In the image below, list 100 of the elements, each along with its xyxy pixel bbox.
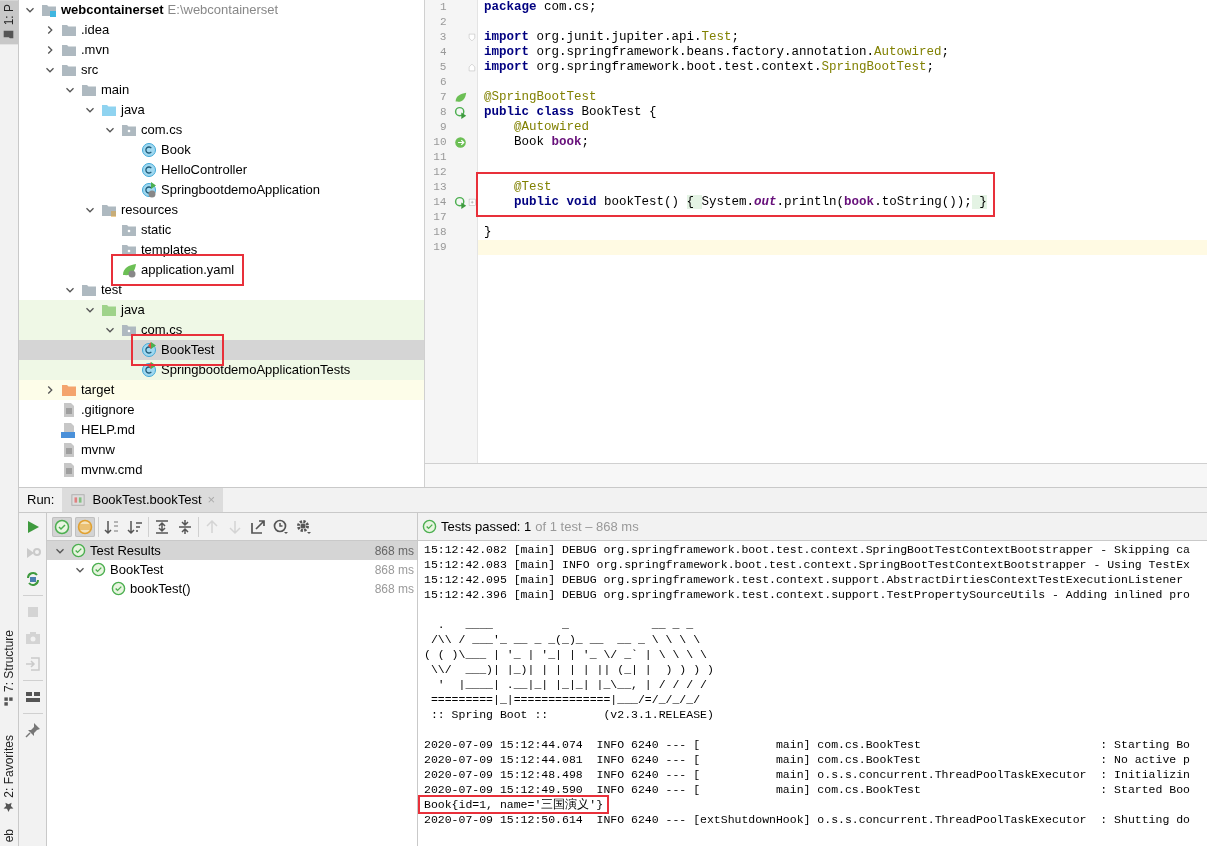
line-number: 3	[438, 30, 447, 46]
code-line: @Autowired	[513, 120, 590, 134]
code-line: import org.junit.jupiter.api.Test;	[484, 30, 740, 44]
line-number: 8	[438, 105, 447, 121]
console-line: 2020-07-09 15:12:44.081 INFO 6240 --- [ main] com.cs.BookTest : No active p	[424, 752, 1191, 767]
run-test-icon[interactable]	[453, 106, 467, 119]
layout-icon	[24, 689, 41, 705]
tree-item[interactable]: SpringbootdemoApplication	[19, 180, 424, 200]
line-number: 6	[438, 75, 447, 91]
console-line: 15:12:42.095 [main] DEBUG org.springframework.test.context.support.AbstractDirtiesContextTestExecutionListener	[424, 572, 1184, 587]
project-path: E:\webcontainerset	[167, 1, 279, 20]
import-icon	[24, 656, 41, 672]
line-number: 12	[432, 165, 447, 181]
camera-icon	[24, 630, 41, 646]
tree-item[interactable]: java	[19, 100, 424, 120]
line-number: 1	[438, 0, 447, 16]
code-line: @Test	[513, 180, 552, 194]
line-number: 4	[438, 45, 447, 61]
line-number: 9	[438, 120, 447, 136]
sort-alphabetically-icon	[104, 518, 120, 535]
tree-item[interactable]: Book	[19, 140, 424, 160]
console-line: 15:12:42.396 [main] DEBUG org.springframework.test.context.support.TestPropertySourceUtils - Adding inlined pro	[424, 587, 1191, 602]
line-number: 7	[438, 90, 447, 106]
settings-icon	[296, 518, 312, 535]
line-number: 14	[432, 195, 447, 211]
tree-item[interactable]: mvnw.cmd	[19, 460, 424, 480]
tree-item[interactable]: src	[19, 60, 424, 80]
test-result-item[interactable]: BookTest 868 ms	[47, 560, 417, 579]
tool-window-tab[interactable]: 7: Structure	[0, 625, 18, 711]
line-number: 13	[432, 180, 447, 196]
tree-item[interactable]: HELP.md	[19, 420, 424, 440]
folder-icon	[3, 29, 15, 41]
tree-item[interactable]: SpringbootdemoApplicationTests	[19, 360, 424, 380]
tests-summary-detail: of 1 test – 868 ms	[535, 517, 639, 536]
tree-item[interactable]: application.yaml	[19, 260, 424, 280]
tree-item[interactable]: BookTest	[19, 340, 424, 360]
tree-item[interactable]: test	[19, 280, 424, 300]
run-panel-label: Run:	[26, 491, 56, 510]
check-circle-icon	[54, 518, 70, 535]
sort-by-duration-icon	[127, 518, 143, 535]
expand-fold-icon[interactable]	[468, 198, 477, 207]
tree-item[interactable]: java	[19, 300, 424, 320]
test-name: Test Results	[90, 541, 161, 560]
tree-item[interactable]: .idea	[19, 20, 424, 40]
check-circle-button[interactable]	[52, 516, 72, 537]
console-line: 2020-07-09 15:12:49.590 INFO 6240 --- [ main] com.cs.BookTest : Started Boo	[424, 782, 1191, 797]
test-duration: 868 ms	[374, 561, 414, 579]
console-line: :: Spring Boot :: (v2.3.1.RELEASE)	[429, 707, 714, 722]
run-tab[interactable]: BookTest.bookTest ×	[62, 488, 224, 512]
tree-item[interactable]: target	[19, 380, 424, 400]
code-line: import org.springframework.beans.factory.annotation.Autowired;	[484, 45, 950, 59]
down-arrow-icon	[227, 518, 243, 535]
star-icon	[3, 801, 15, 813]
tests-summary: Tests passed: 1	[441, 517, 532, 536]
code-line: Book book;	[513, 135, 590, 149]
test-run-icon	[70, 493, 87, 507]
line-number: 17	[432, 210, 447, 226]
test-result-item[interactable]: bookTest() 868 ms	[47, 579, 417, 598]
pin-icon	[24, 722, 41, 738]
tool-window-tab[interactable]: eb	[0, 824, 18, 846]
rerun-failed-icon	[24, 545, 41, 561]
run-test-icon[interactable]	[453, 196, 467, 209]
test-result-item[interactable]: Test Results 868 ms	[47, 541, 417, 560]
tree-item[interactable]: templates	[19, 240, 424, 260]
console-line: =========|_|==============|___/=/_/_/_/	[429, 692, 701, 707]
tree-item[interactable]: static	[19, 220, 424, 240]
console-line: 2020-07-09 15:12:48.498 INFO 6240 --- [ main] o.s.s.concurrent.ThreadPoolTaskExecutor : Initializin	[424, 767, 1191, 782]
tree-item[interactable]: resources	[19, 200, 424, 220]
console-line: ( ( )\___ | '_ | '_| | '_ \/ _` | \ \ \ \	[424, 647, 707, 662]
console-line: . ____ _ __ _ _	[436, 617, 694, 632]
tree-item[interactable]: webcontainerset E:\webcontainerset	[19, 0, 424, 20]
console-line: 15:12:42.082 [main] DEBUG org.springframework.boot.test.context.SpringBootTestContextBootstrapper - Skipping ca	[424, 542, 1191, 557]
line-number: 19	[432, 240, 447, 256]
line-number: 18	[432, 225, 447, 241]
console-line: ' |____| .__|_| |_|_| |_\__, | / / / /	[436, 677, 707, 692]
code-line: public class BookTest {	[484, 105, 657, 119]
test-name: BookTest	[110, 560, 164, 579]
tool-window-tab[interactable]: 1: P	[0, 0, 18, 45]
export-icon	[250, 518, 266, 535]
tree-item[interactable]: .mvn	[19, 40, 424, 60]
tree-item[interactable]: com.cs	[19, 320, 424, 340]
tree-item[interactable]: HelloController	[19, 160, 424, 180]
code-line: package com.cs;	[484, 0, 597, 14]
clock-icon	[273, 518, 289, 535]
tool-window-tab[interactable]: 2: Favorites	[0, 730, 18, 817]
structure-icon	[3, 695, 15, 707]
console-line: 2020-07-09 15:12:44.074 INFO 6240 --- [ main] com.cs.BookTest : Starting Bo	[424, 737, 1191, 752]
tree-item[interactable]: com.cs	[19, 120, 424, 140]
line-number: 2	[438, 15, 447, 31]
console-line: \\/ ___)| |_)| | | | | || (_| | ) ) ) )	[429, 662, 714, 677]
code-line: @SpringBootTest	[484, 90, 597, 104]
tree-item[interactable]: main	[19, 80, 424, 100]
line-number: 10	[432, 135, 447, 151]
console-line: 2020-07-09 15:12:50.614 INFO 6240 --- [extShutdownHook] o.s.s.concurrent.ThreadPoolTaskExecutor : Shutting do	[424, 812, 1191, 827]
test-name: bookTest()	[130, 579, 191, 598]
code-line: import org.springframework.boot.test.context.SpringBootTest;	[484, 60, 935, 74]
tree-item[interactable]: .gitignore	[19, 400, 424, 420]
test-duration: 868 ms	[374, 542, 414, 560]
expand-all-icon	[154, 518, 170, 535]
tree-item[interactable]: mvnw	[19, 440, 424, 460]
